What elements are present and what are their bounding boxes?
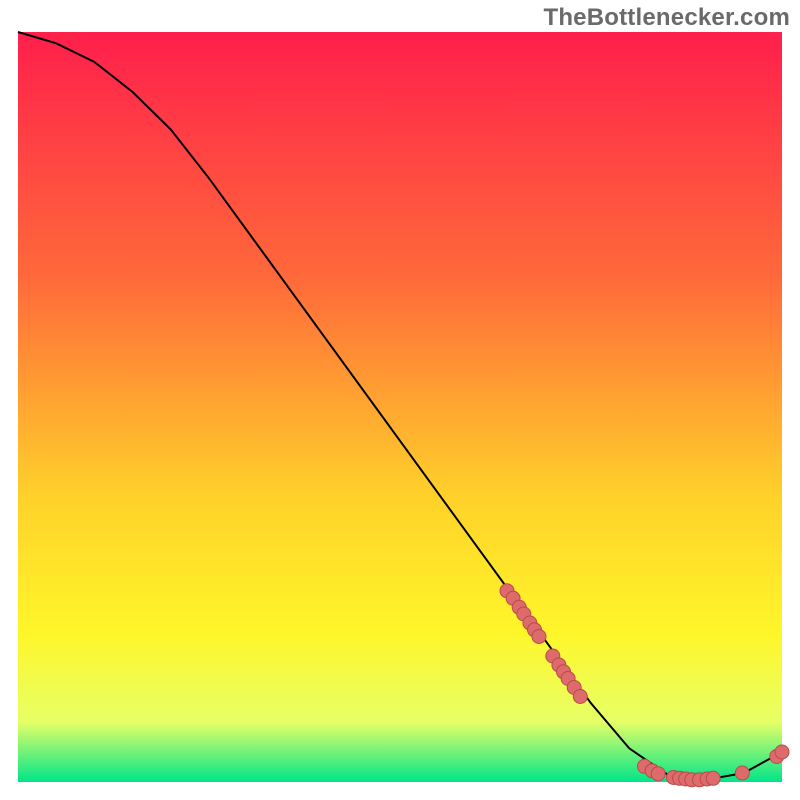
data-point — [735, 766, 749, 780]
gradient-background — [18, 32, 782, 782]
data-point — [775, 745, 789, 759]
plot-svg — [0, 0, 800, 800]
data-point — [532, 630, 546, 644]
watermark-text: TheBottlenecker.com — [543, 4, 790, 32]
data-point — [706, 771, 720, 785]
bottleneck-chart: TheBottlenecker.com — [0, 0, 800, 800]
data-point — [651, 767, 665, 781]
data-point — [573, 690, 587, 704]
